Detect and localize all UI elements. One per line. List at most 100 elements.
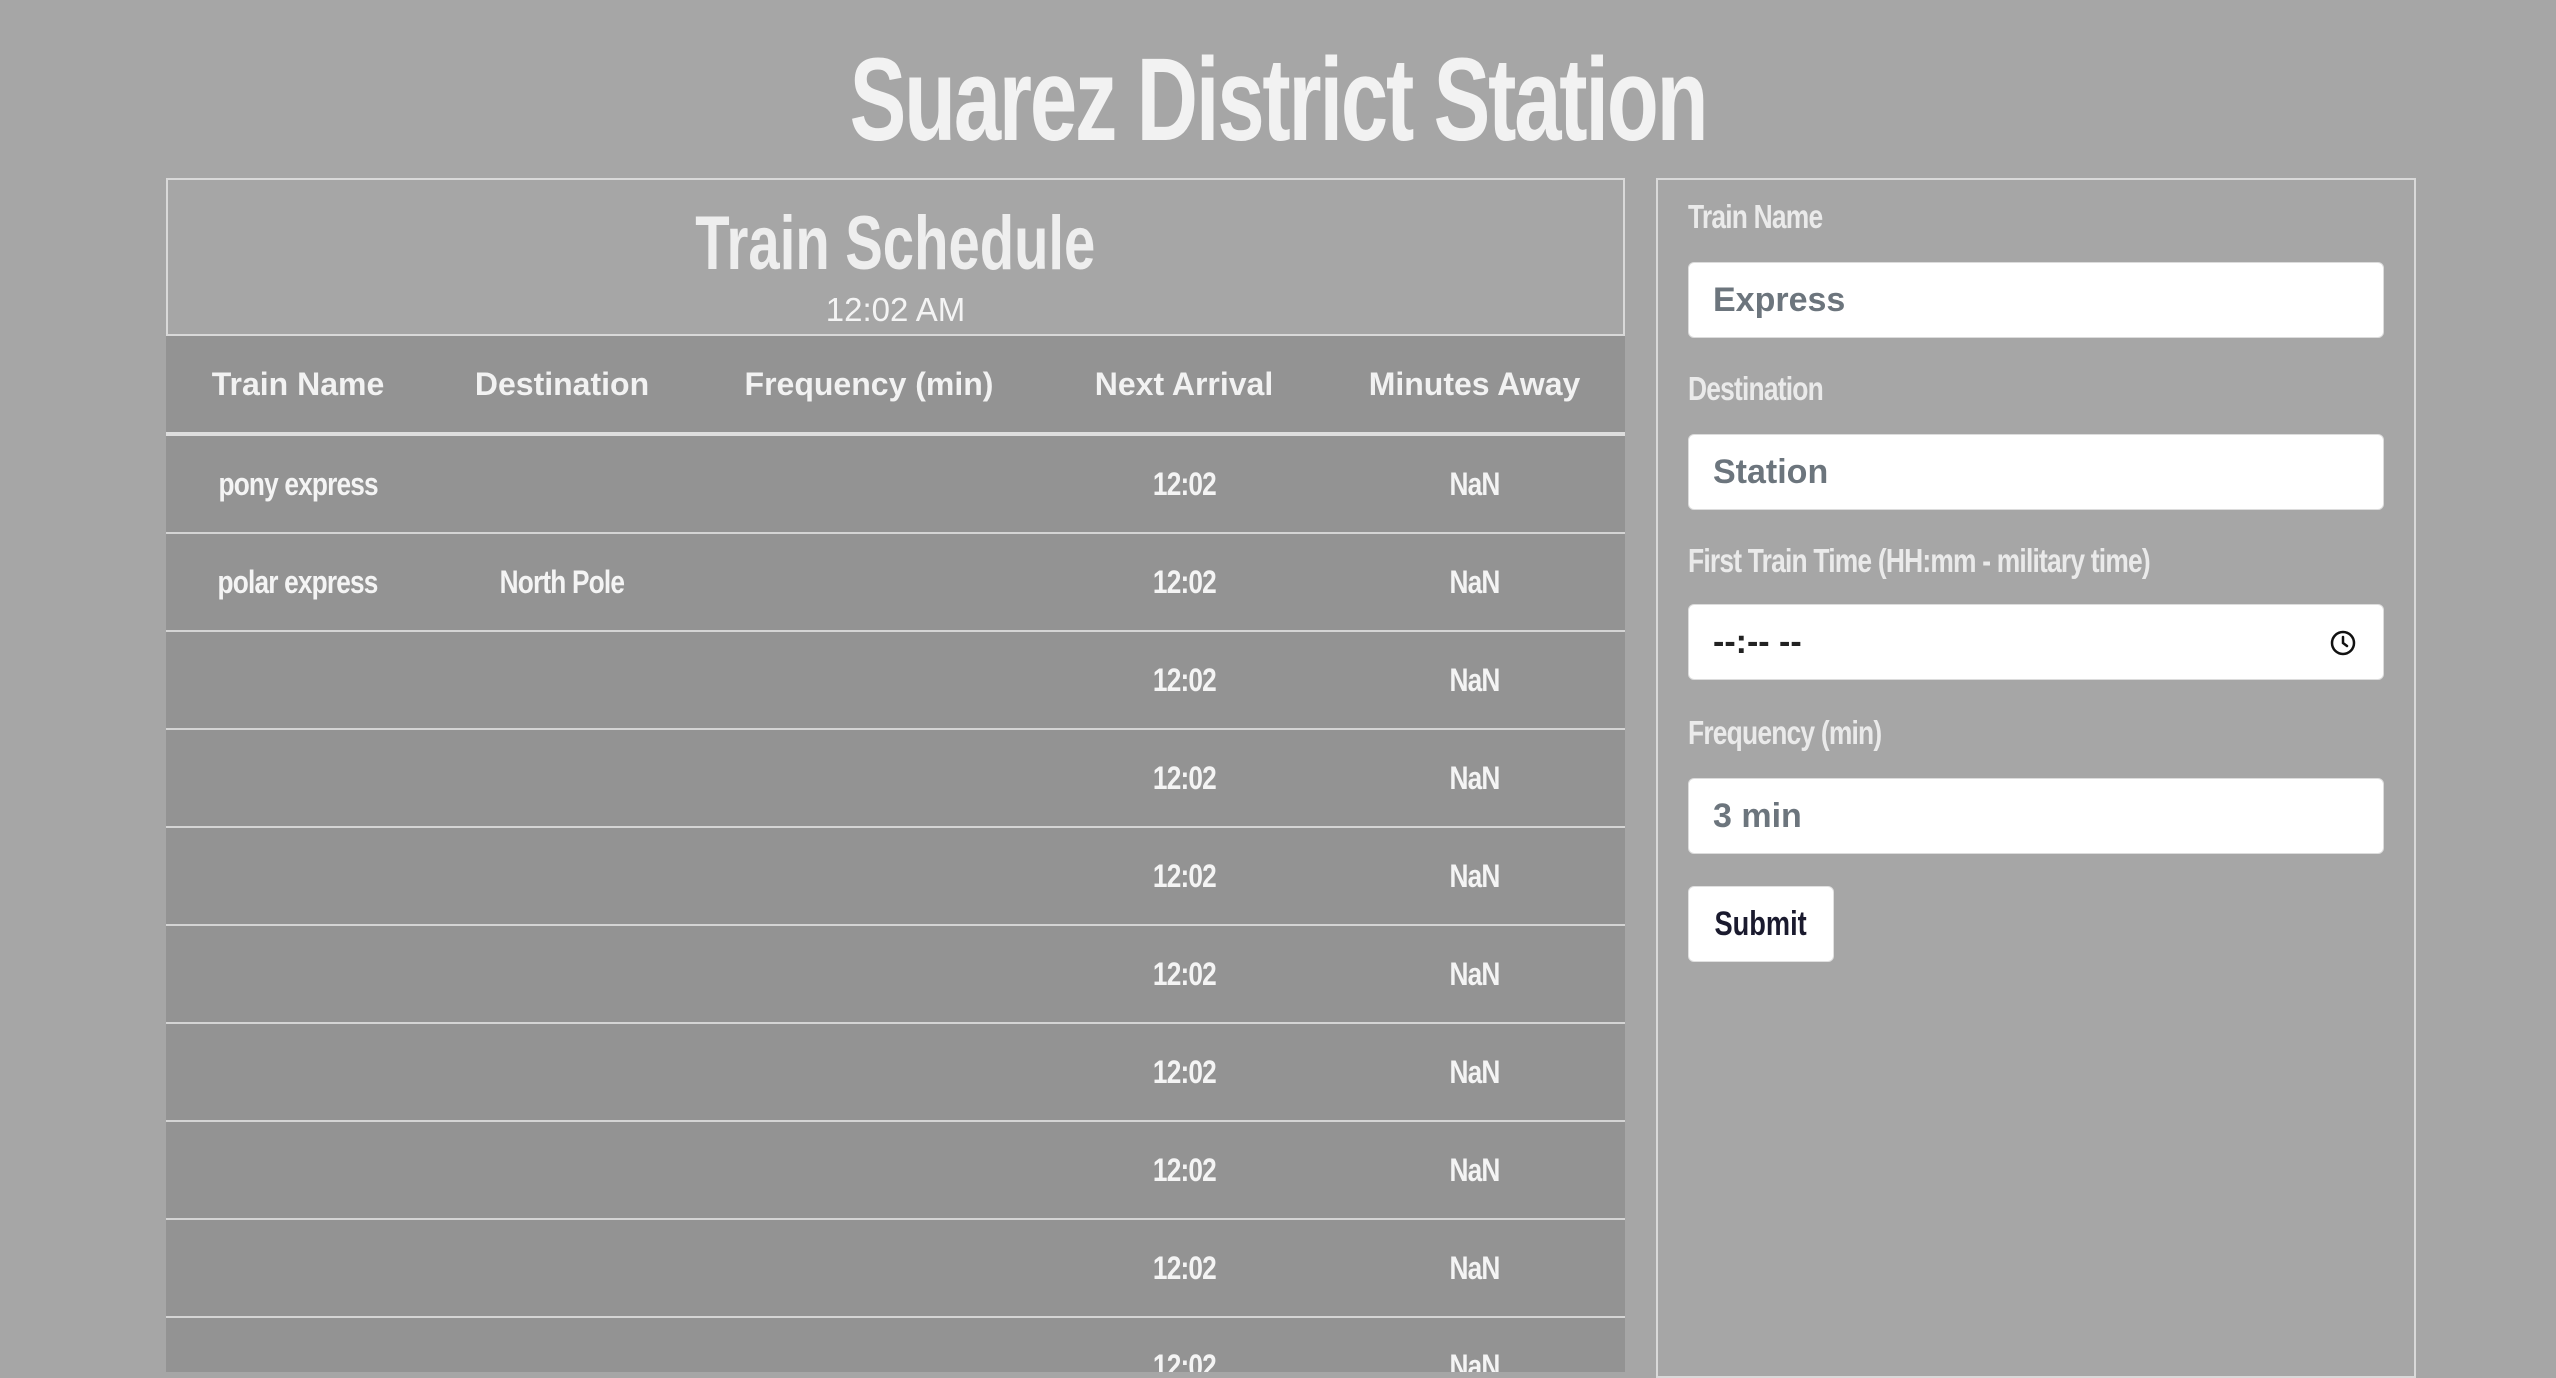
train-name-cell bbox=[166, 1317, 430, 1372]
train-name-cell: pony express bbox=[166, 434, 430, 534]
next-arrival-cell: 12:02 bbox=[1044, 434, 1324, 534]
page-title: Suarez District Station bbox=[0, 30, 2556, 170]
first-train-time-value: --:-- -- bbox=[1713, 623, 1802, 661]
table-row: 12:02 NaN bbox=[166, 827, 1625, 926]
destination-input[interactable] bbox=[1688, 434, 2384, 510]
minutes-away-cell-text: NaN bbox=[1449, 661, 1500, 698]
table-row: 12:02 NaN bbox=[166, 631, 1625, 730]
frequency-cell bbox=[694, 631, 1044, 730]
destination-cell bbox=[430, 1023, 694, 1122]
table-row: 12:02 NaN bbox=[166, 1121, 1625, 1220]
next-arrival-cell: 12:02 bbox=[1044, 1317, 1324, 1372]
train-name-cell bbox=[166, 729, 430, 828]
next-arrival-cell-text: 12:02 bbox=[1152, 1151, 1216, 1188]
next-arrival-cell-text: 12:02 bbox=[1152, 1249, 1216, 1286]
schedule-header: Train Schedule 12:02 AM bbox=[166, 178, 1625, 336]
table-row: 12:02 NaN bbox=[166, 729, 1625, 828]
first-train-time-input[interactable]: --:-- -- bbox=[1688, 604, 2384, 680]
next-arrival-cell-text: 12:02 bbox=[1152, 563, 1216, 600]
next-arrival-cell: 12:02 bbox=[1044, 631, 1324, 730]
next-arrival-cell: 12:02 bbox=[1044, 1023, 1324, 1122]
frequency-cell bbox=[694, 434, 1044, 534]
frequency-cell bbox=[694, 729, 1044, 828]
table-header-row: Train Name Destination Frequency (min) N… bbox=[166, 336, 1625, 436]
destination-cell bbox=[430, 729, 694, 828]
destination-label: Destination bbox=[1688, 370, 1824, 407]
minutes-away-cell: NaN bbox=[1324, 1219, 1625, 1318]
train-name-cell bbox=[166, 1023, 430, 1122]
frequency-cell bbox=[694, 925, 1044, 1024]
table-row: 12:02 NaN bbox=[166, 1317, 1625, 1372]
column-header-destination: Destination bbox=[430, 336, 694, 436]
column-header-minutes-away: Minutes Away bbox=[1324, 336, 1625, 436]
frequency-cell bbox=[694, 1121, 1044, 1220]
train-name-cell-text: pony express bbox=[218, 465, 378, 502]
submit-button-label: Submit bbox=[1714, 904, 1808, 943]
destination-cell bbox=[430, 631, 694, 730]
minutes-away-cell-text: NaN bbox=[1449, 857, 1500, 894]
schedule-heading-text: Train Schedule bbox=[695, 201, 1096, 286]
table-row: pony express 12:02 NaN bbox=[166, 434, 1625, 534]
minutes-away-cell: NaN bbox=[1324, 434, 1625, 534]
train-name-input[interactable] bbox=[1688, 262, 2384, 338]
minutes-away-cell-text: NaN bbox=[1449, 1249, 1500, 1286]
next-arrival-cell: 12:02 bbox=[1044, 1219, 1324, 1318]
column-header-next-arrival: Next Arrival bbox=[1044, 336, 1324, 436]
minutes-away-cell: NaN bbox=[1324, 925, 1625, 1024]
schedule-panel: Train Schedule 12:02 AM Train Name Desti… bbox=[166, 178, 1625, 1372]
add-train-form: Train Name Destination First Train Time … bbox=[1656, 178, 2416, 1378]
minutes-away-cell: NaN bbox=[1324, 631, 1625, 730]
next-arrival-cell-text: 12:02 bbox=[1152, 1053, 1216, 1090]
next-arrival-cell: 12:02 bbox=[1044, 1121, 1324, 1220]
next-arrival-cell: 12:02 bbox=[1044, 925, 1324, 1024]
table-row: 12:02 NaN bbox=[166, 925, 1625, 1024]
column-header-frequency: Frequency (min) bbox=[694, 336, 1044, 436]
train-name-cell bbox=[166, 631, 430, 730]
minutes-away-cell: NaN bbox=[1324, 729, 1625, 828]
frequency-cell bbox=[694, 1023, 1044, 1122]
minutes-away-cell: NaN bbox=[1324, 533, 1625, 632]
next-arrival-cell-text: 12:02 bbox=[1152, 465, 1216, 502]
column-header-train-name: Train Name bbox=[166, 336, 430, 436]
minutes-away-cell-text: NaN bbox=[1449, 1151, 1500, 1188]
train-name-cell bbox=[166, 827, 430, 926]
train-name-cell bbox=[166, 925, 430, 1024]
frequency-cell bbox=[694, 533, 1044, 632]
train-name-cell bbox=[166, 1121, 430, 1220]
destination-cell bbox=[430, 925, 694, 1024]
destination-cell bbox=[430, 827, 694, 926]
submit-button[interactable]: Submit bbox=[1688, 886, 1834, 962]
frequency-label: Frequency (min) bbox=[1688, 714, 1882, 751]
next-arrival-cell-text: 12:02 bbox=[1152, 857, 1216, 894]
minutes-away-cell-text: NaN bbox=[1449, 1347, 1500, 1373]
destination-cell bbox=[430, 434, 694, 534]
minutes-away-cell-text: NaN bbox=[1449, 1053, 1500, 1090]
clock-icon[interactable] bbox=[2329, 629, 2357, 657]
current-time: 12:02 AM bbox=[825, 291, 966, 328]
destination-cell bbox=[430, 1317, 694, 1372]
minutes-away-cell-text: NaN bbox=[1449, 759, 1500, 796]
schedule-heading: Train Schedule bbox=[168, 196, 1623, 292]
table-row: 12:02 NaN bbox=[166, 1023, 1625, 1122]
table-row: 12:02 NaN bbox=[166, 1219, 1625, 1318]
frequency-input[interactable] bbox=[1688, 778, 2384, 854]
next-arrival-cell: 12:02 bbox=[1044, 729, 1324, 828]
minutes-away-cell: NaN bbox=[1324, 1121, 1625, 1220]
frequency-cell bbox=[694, 827, 1044, 926]
frequency-cell bbox=[694, 1317, 1044, 1372]
destination-cell: North Pole bbox=[430, 533, 694, 632]
minutes-away-cell: NaN bbox=[1324, 1023, 1625, 1122]
destination-cell bbox=[430, 1121, 694, 1220]
minutes-away-cell-text: NaN bbox=[1449, 563, 1500, 600]
destination-cell-text: North Pole bbox=[499, 563, 625, 600]
table-body: pony express 12:02 NaN polar express North P… bbox=[166, 434, 1625, 1372]
next-arrival-cell: 12:02 bbox=[1044, 533, 1324, 632]
train-name-cell: polar express bbox=[166, 533, 430, 632]
train-table: Train Name Destination Frequency (min) N… bbox=[166, 336, 1625, 1372]
train-name-label: Train Name bbox=[1688, 198, 1823, 235]
page-title-text: Suarez District Station bbox=[849, 34, 1709, 166]
first-train-time-label: First Train Time (HH:mm - military time) bbox=[1688, 542, 2151, 579]
next-arrival-cell-text: 12:02 bbox=[1152, 759, 1216, 796]
minutes-away-cell-text: NaN bbox=[1449, 465, 1500, 502]
table-row: polar express North Pole 12:02 NaN bbox=[166, 533, 1625, 632]
